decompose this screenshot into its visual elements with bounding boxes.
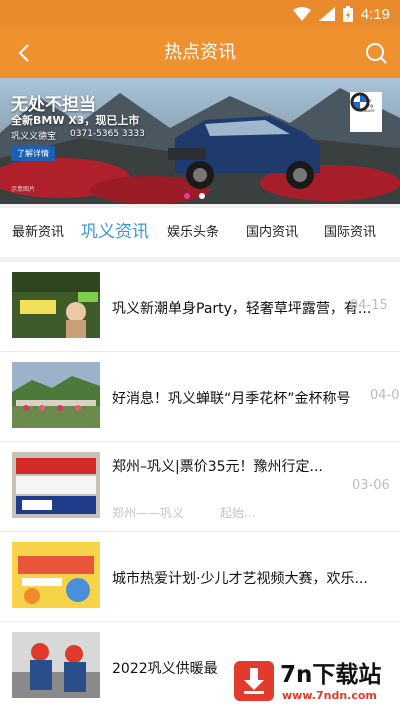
status-time: 4:19 [360,5,390,23]
banner-footnote: 示意图片 [11,186,36,193]
search-icon [366,43,387,64]
app-bar: 热点资讯 [0,28,400,78]
page-title: 热点资讯 [164,42,236,63]
banner-contact: 巩义义德宝 0371-5365 3333 [11,129,145,142]
pager-dot-active[interactable] [184,193,190,199]
status-bar: 4:19 [0,0,400,28]
news-meta-text: 起始... [220,506,256,520]
tab-entertainment[interactable]: 娱乐头条 [167,208,219,257]
news-item[interactable]: 城市热爱计划·少儿才艺视频大赛，欢乐... [0,532,400,622]
news-item[interactable]: 郑州–巩义|票价35元！豫州行定... 03-06 郑州——巩义 起始... [0,442,400,532]
news-title: 城市热爱计划·少儿才艺视频大赛，欢乐... [112,571,368,587]
wifi-icon [292,7,311,21]
signal-icon [318,7,335,21]
news-thumbnail [12,542,100,608]
news-item[interactable]: 好消息！巩义蝉联“月季花杯”金杯称号 04-07 [0,352,400,442]
news-thumbnail [12,632,100,698]
chevron-left-icon [18,44,29,62]
news-meta-route: 郑州——巩义 [112,506,185,520]
banner-pager [184,193,205,199]
news-meta: 郑州——巩义 起始... [112,504,255,521]
tab-international[interactable]: 国际资讯 [324,208,376,257]
news-title: 好消息！巩义蝉联“月季花杯”金杯称号 [112,391,351,407]
bmw-roundel-icon [350,92,370,112]
news-thumbnail [12,452,100,518]
news-list: 巩义新潮单身Party，轻奢草坪露营，有... 04-15 好消息！巩义蝉联“月… [0,262,400,711]
tab-domestic[interactable]: 国内资讯 [246,208,298,257]
news-thumbnail [12,362,100,428]
tab-gongyi[interactable]: 巩义资讯 [81,208,149,257]
news-title: 巩义新潮单身Party，轻奢草坪露营，有... [112,301,372,317]
banner-dealer: 巩义义德宝 [11,132,57,142]
bmw-logo: SheerDriving Pleasure [350,92,382,132]
pager-dot[interactable] [199,193,205,199]
watermark-logo: 7n下载站 www.7ndn.com [222,651,400,711]
status-icons: 4:19 [292,4,390,24]
download-arrow-icon [234,661,274,701]
news-date: 03-06 [352,478,390,493]
battery-icon [342,6,353,22]
watermark-name: 7n下载站 [280,662,382,688]
news-title: 郑州–巩义|票价35元！豫州行定... [112,459,323,475]
watermark-url: www.7ndn.com [282,689,377,702]
promo-banner[interactable]: 无处不担当 全新BMW X3，现已上市 巩义义德宝 0371-5365 3333… [0,78,400,204]
news-item[interactable]: 巩义新潮单身Party，轻奢草坪露营，有... 04-15 [0,262,400,352]
banner-phone: 0371-5365 3333 [70,129,145,139]
back-button[interactable] [8,37,40,69]
tab-latest[interactable]: 最新资讯 [12,208,64,257]
news-date: 04-15 [350,298,388,313]
news-thumbnail [12,272,100,338]
news-date: 04-07 [370,388,400,403]
search-button[interactable] [360,37,392,69]
banner-cta-button[interactable]: 了解详情 [11,146,55,161]
banner-subline: 全新BMW X3，现已上市 [11,114,140,127]
category-tabs: 最新资讯 巩义资讯 娱乐头条 国内资讯 国际资讯 [0,204,400,257]
